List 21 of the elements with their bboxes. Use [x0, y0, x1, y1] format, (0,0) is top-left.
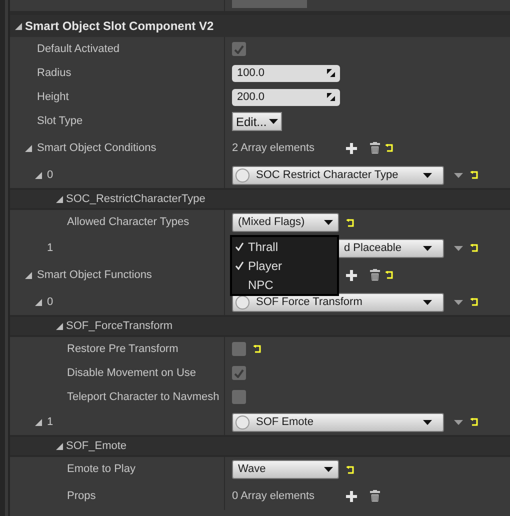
- group-title: SOF_Emote: [66, 438, 127, 454]
- property-label: 0: [47, 168, 54, 183]
- array-count: 0 Array elements: [232, 488, 316, 504]
- array-count: 2 Array elements: [232, 140, 316, 156]
- property-label: Default Activated: [37, 42, 120, 57]
- property-label: Disable Movement on Use: [67, 366, 196, 381]
- property-label: Radius: [37, 66, 72, 81]
- group-title: SOF_ForceTransform: [66, 318, 173, 334]
- property-label: Teleport Character to Navmesh: [67, 390, 220, 405]
- property-label: Allowed Character Types: [67, 215, 190, 230]
- property-label: Emote to Play: [67, 462, 136, 478]
- property-label: Restore Pre Transform: [67, 342, 178, 357]
- property-label: 1: [47, 240, 54, 256]
- property-label: Smart Object Conditions: [37, 140, 156, 156]
- property-label: Slot Type: [37, 114, 83, 130]
- property-label: 1: [47, 414, 54, 430]
- property-label: Props: [67, 488, 96, 504]
- property-label: 0: [47, 294, 54, 310]
- property-label: Smart Object Functions: [37, 268, 152, 283]
- property-label: Height: [37, 90, 69, 105]
- group-title: SOC_RestrictCharacterType: [66, 192, 206, 207]
